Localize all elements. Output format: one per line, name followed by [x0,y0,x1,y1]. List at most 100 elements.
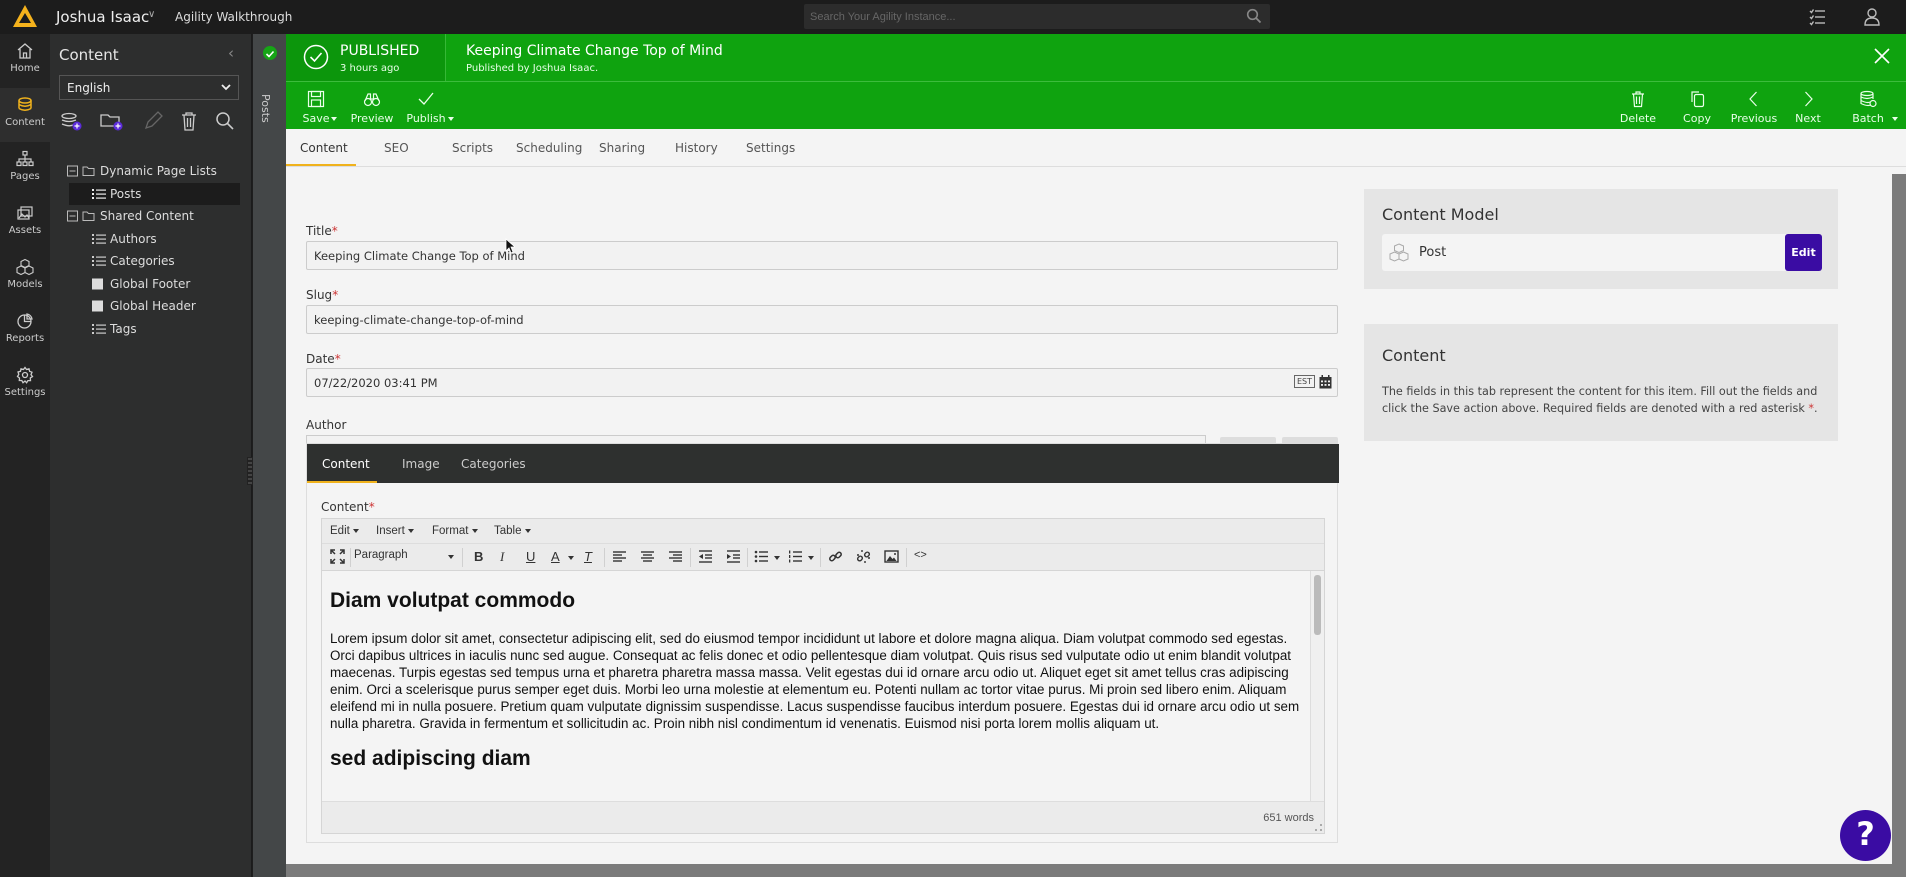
user-icon[interactable] [1862,7,1882,27]
search-icon[interactable] [213,109,237,133]
tab-sharing[interactable]: Sharing [599,141,645,155]
numbered-list-icon[interactable] [788,549,803,567]
help-button[interactable]: ? [1840,810,1891,861]
tab-settings[interactable]: Settings [746,141,795,155]
tab-history[interactable]: History [675,141,718,155]
editor-scrollbar[interactable] [1310,571,1324,801]
menu-format[interactable]: Format [432,525,478,537]
collapse-icon[interactable] [67,165,78,177]
save-dropdown-caret[interactable] [331,117,337,121]
indent-icon[interactable] [726,549,741,567]
tree-folder-shared-content[interactable]: Shared Content [50,205,252,228]
menu-table[interactable]: Table [494,525,531,537]
posts-strip[interactable]: Posts [253,34,286,877]
trash-icon[interactable] [177,109,201,133]
divider [820,548,821,567]
main-vertical-scrollbar[interactable] [1892,174,1906,864]
image-icon[interactable] [884,549,899,567]
nav-item-home[interactable]: Home [0,34,50,88]
menu-edit[interactable]: Edit [330,525,360,537]
block-format-select[interactable]: Paragraph [354,549,458,561]
subtab-content[interactable]: Content [322,457,370,471]
numbered-list-caret[interactable] [808,556,814,560]
align-right-icon[interactable] [668,549,683,567]
collapse-sidebar-icon[interactable]: ‹ [228,44,234,62]
tree-item-posts[interactable]: Posts [69,182,240,205]
italic-icon[interactable]: I [500,549,504,565]
add-list-icon[interactable] [59,109,83,133]
text-color-caret[interactable] [568,556,574,560]
agility-logo-icon[interactable] [12,4,38,28]
menu-insert[interactable]: Insert [376,525,414,537]
next-button[interactable]: Next [1788,90,1828,125]
outdent-icon[interactable] [698,549,713,567]
text-color-icon[interactable]: A [551,549,560,564]
user-name[interactable]: Joshua Isaac [56,8,149,26]
clear-format-icon[interactable]: T [584,549,592,564]
chevron-down-icon[interactable]: ∨ [148,9,155,20]
nav-item-models[interactable]: Models [0,250,50,304]
nav-item-pages[interactable]: Pages [0,142,50,196]
editor-body[interactable]: Diam volutpat commodo Lorem ipsum dolor … [322,571,1308,801]
nav-item-reports[interactable]: Reports [0,304,50,358]
add-folder-icon[interactable] [99,109,123,133]
check-icon [418,92,434,105]
item-tabs: Content SEO Scripts Scheduling Sharing H… [286,129,1906,167]
language-select[interactable]: English [59,75,239,100]
slug-input[interactable]: keeping-climate-change-top-of-mind [306,305,1338,334]
link-icon[interactable] [828,549,843,567]
unlink-icon[interactable] [856,549,871,567]
nav-item-content[interactable]: Content [0,88,50,142]
divider [690,548,691,567]
align-center-icon[interactable] [640,549,655,567]
tree-item-global-footer[interactable]: Global Footer [50,273,252,296]
align-left-icon[interactable] [612,549,627,567]
pencil-icon[interactable] [141,109,165,133]
batch-button[interactable]: Batch [1848,90,1888,125]
editor-scroll-thumb[interactable] [1314,575,1321,635]
publish-button[interactable]: Publish [404,90,448,125]
editor-formatbar: Paragraph B I U A T <> [322,544,1324,571]
previous-button[interactable]: Previous [1726,90,1782,125]
nav-item-settings[interactable]: Settings [0,358,50,412]
date-input[interactable]: 07/22/2020 03:41 PM EST [306,368,1338,397]
tree-item-categories[interactable]: Categories [50,250,252,273]
subtab-image[interactable]: Image [402,457,440,471]
tab-scripts[interactable]: Scripts [452,141,493,155]
nav-rail: Home Content Pages Assets Models Reports… [0,34,50,877]
delete-button[interactable]: Delete [1616,90,1660,125]
preview-button[interactable]: Preview [350,90,394,125]
tree-item-global-header[interactable]: Global Header [50,295,252,318]
bullet-list-icon[interactable] [754,549,769,567]
copy-button[interactable]: Copy [1675,90,1719,125]
bullet-list-caret[interactable] [774,556,780,560]
status-badge: PUBLISHED [340,43,420,59]
tree-item-tags[interactable]: Tags [50,318,252,341]
nav-item-assets[interactable]: Assets [0,196,50,250]
source-code-icon[interactable]: <> [914,549,927,561]
underline-icon[interactable]: U [526,549,535,564]
main-horizontal-scrollbar[interactable] [286,864,1906,877]
calendar-icon[interactable] [1319,375,1332,389]
edit-model-button[interactable]: Edit [1785,234,1822,271]
collapse-icon[interactable] [67,210,78,222]
title-input[interactable]: Keeping Climate Change Top of Mind [306,241,1338,270]
tasks-icon[interactable] [1808,7,1828,27]
tree-item-authors[interactable]: Authors [50,228,252,251]
search-icon[interactable] [1246,8,1262,24]
divider [747,548,748,567]
bold-icon[interactable]: B [474,549,483,564]
publish-dropdown-caret[interactable] [448,117,454,121]
content-fields-panel: Content Image Categories Content* Edit I… [306,443,1339,843]
tab-seo[interactable]: SEO [384,141,409,155]
close-icon[interactable] [1872,46,1892,66]
tab-scheduling[interactable]: Scheduling [516,141,582,155]
content-subtabs: Content Image Categories [307,444,1339,483]
tab-content[interactable]: Content [300,141,348,155]
resize-handle[interactable] [1315,824,1322,831]
search-input[interactable] [810,7,1230,26]
subtab-categories[interactable]: Categories [461,457,526,471]
tree-folder-dynamic-page-lists[interactable]: Dynamic Page Lists [50,160,252,183]
fullscreen-icon[interactable] [330,549,345,567]
batch-dropdown-caret[interactable] [1892,117,1898,121]
